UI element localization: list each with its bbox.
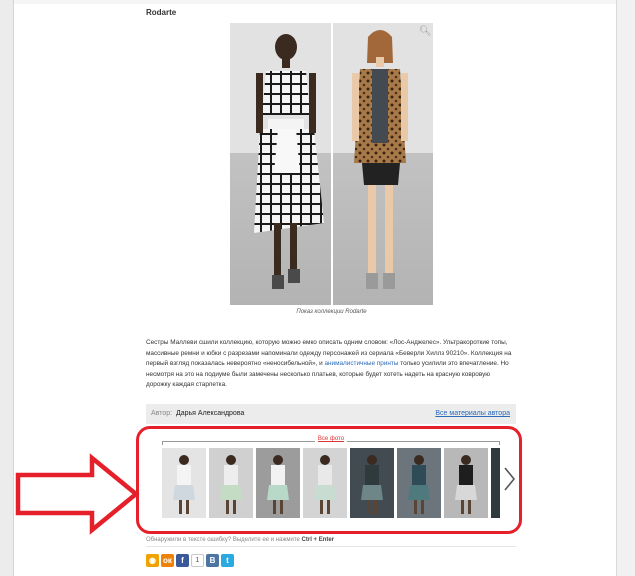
gallery-thumbnail[interactable] [491,448,500,518]
odnoklassniki-icon[interactable]: ок [161,554,174,567]
gallery-thumbnail[interactable] [303,448,347,518]
thumbnail-image [173,455,195,514]
vkontakte-icon[interactable]: В [206,554,219,567]
browser-scrollbar[interactable] [616,0,635,576]
gallery-thumbnail[interactable] [397,448,441,518]
rambler-icon[interactable]: ◉ [146,554,159,567]
article-body: Сестры Маллеви сшили коллекцию, которую … [146,338,516,391]
thumbnail-image [491,448,500,518]
twitter-icon[interactable]: t [221,554,234,567]
gallery-thumbnail[interactable] [256,448,300,518]
all-photos-link[interactable]: Все фото [314,436,348,442]
typo-report-keys: Ctrl + Enter [301,537,335,543]
gallery-next-arrow-icon[interactable] [502,466,516,492]
section-title: Rodarte [146,8,177,17]
gallery-header-tick-left [162,441,163,445]
thumbnail-image [220,455,242,514]
browser-frame-top [14,0,616,4]
gallery-thumbnail[interactable] [350,448,394,518]
all-author-materials-link[interactable]: Все материалы автора [435,410,510,417]
thumbnail-image [455,455,477,514]
author-name: Дарья Александрова [176,410,245,417]
browser-frame-left [0,0,14,576]
typo-report-text: Обнаружили в тексте ошибку? Выделите ее … [146,537,300,543]
facebook-icon[interactable]: f [176,554,189,567]
gallery-thumbnails [162,448,500,518]
author-label: Автор: [151,410,173,417]
typo-report-note: Обнаружили в тексте ошибку? Выделите ее … [146,537,334,543]
gallery-thumbnail[interactable] [209,448,253,518]
thumbnail-image [361,455,383,514]
gallery-header-tick-right [499,441,500,445]
thumbnail-image [267,455,289,514]
divider [146,546,516,547]
runway-photo-image [230,23,433,305]
zoom-icon[interactable]: 🔍︎ [419,26,432,37]
photo-caption: Показ коллекции Rodarte [296,309,367,315]
share-buttons: ◉ ок f 1 Вt [146,554,234,567]
thumbnail-image [408,455,430,514]
author-bar: Автор: Дарья Александрова Все материалы … [146,404,516,424]
annotation-arrow-icon [15,453,140,535]
share-count: 1 [191,554,204,567]
animal-prints-link[interactable]: анималистичные принты [324,360,398,367]
thumbnail-image [314,455,336,514]
gallery-header: Все фото [162,434,500,445]
gallery-thumbnail[interactable] [444,448,488,518]
gallery-thumbnail[interactable] [162,448,206,518]
runway-photo[interactable]: 🔍︎ [230,23,433,305]
